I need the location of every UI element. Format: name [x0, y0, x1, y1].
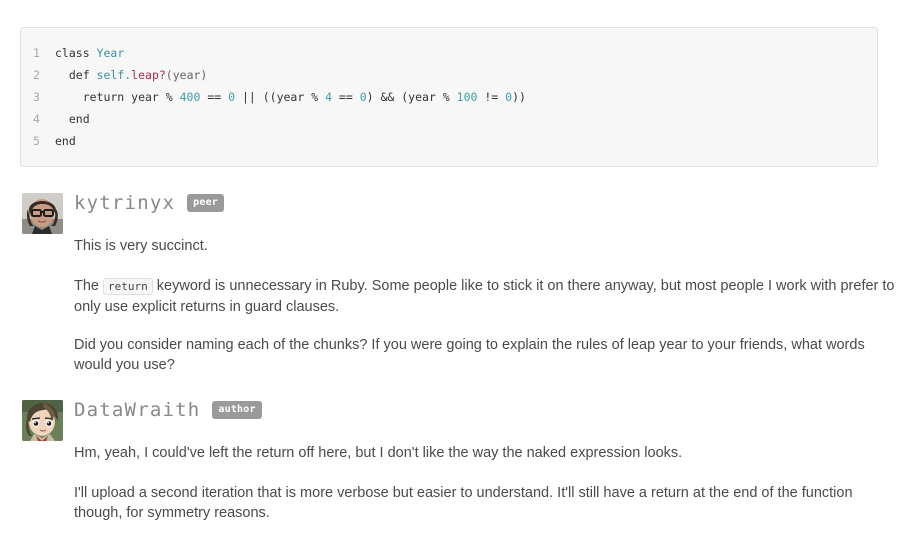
comment-text: Hm, yeah, I could've left the return off… [74, 445, 683, 461]
comment-body: Hm, yeah, I could've left the return off… [74, 443, 904, 523]
code-token: ) && (year % [366, 90, 457, 104]
comment-text: Did you consider naming each of the chun… [74, 337, 865, 373]
code-line: 2 def self.leap?(year) [21, 64, 877, 86]
code-token: 0 [228, 90, 236, 104]
code-line-text: end [55, 108, 865, 130]
code-token: end [55, 134, 76, 148]
code-token: Year [96, 46, 125, 60]
code-line-text: class Year [55, 42, 865, 64]
comment-text: The [74, 278, 104, 294]
author-line: DataWraith author [74, 397, 904, 423]
code-token: 4 [325, 90, 332, 104]
code-line: 5 end [21, 130, 877, 152]
code-line: 3 return year % 400 == 0 || ((year % 4 =… [21, 86, 877, 108]
code-token: return year % [55, 90, 180, 104]
code-token: )) [512, 90, 526, 104]
avatar[interactable] [22, 400, 63, 441]
code-line-number: 2 [33, 68, 40, 82]
comment-paragraph: Did you consider naming each of the chun… [74, 335, 904, 375]
code-token: != [477, 90, 506, 104]
code-token: == [200, 90, 229, 104]
author-line: kytrinyx peer [74, 190, 904, 216]
code-line-text: end [55, 130, 865, 152]
role-badge: peer [187, 194, 225, 212]
code-line-number: 1 [33, 46, 40, 60]
code-token: 0 [359, 90, 367, 104]
code-line-number: 5 [33, 134, 40, 148]
code-review-discussion-page: 1 class Year 2 def self.leap?(year) 3 retur… [0, 0, 924, 546]
inline-code: return [103, 278, 153, 295]
comment-paragraph: Hm, yeah, I could've left the return off… [74, 443, 904, 463]
comment-body: This is very succinct. The return keyword… [74, 236, 904, 375]
code-token: class [55, 46, 90, 60]
code-snippet-block: 1 class Year 2 def self.leap?(year) 3 retur… [20, 27, 878, 167]
comment-header: DataWraith author [20, 397, 904, 441]
comment-paragraph: The return keyword is unnecessary in Rub… [74, 276, 904, 317]
avatar[interactable] [22, 193, 63, 234]
code-line-text: def self.leap?(year) [55, 64, 865, 86]
code-line: 1 class Year [21, 42, 877, 64]
code-token: self. [96, 68, 132, 82]
code-token: 400 [179, 90, 201, 104]
code-line-number: 4 [33, 112, 40, 126]
author-name[interactable]: kytrinyx [74, 192, 175, 214]
code-token: (year) [165, 68, 208, 82]
code-token: def [55, 68, 97, 82]
code-token: 100 [456, 90, 478, 104]
code-line: 4 end [21, 108, 877, 130]
code-token: == [332, 90, 360, 104]
comment-paragraph: This is very succinct. [74, 236, 904, 256]
comment-text: This is very succinct. [74, 238, 208, 254]
code-line-number: 3 [33, 90, 40, 104]
author-name[interactable]: DataWraith [74, 399, 200, 421]
comment-thread-item: kytrinyx peer This is very succinct. The re… [20, 190, 904, 375]
comment-text: I'll upload a second iteration that is m… [74, 485, 853, 521]
comment-text: keyword is unnecessary in Ruby. Some peo… [74, 278, 895, 315]
role-badge: author [212, 401, 262, 419]
comment-thread-item: DataWraith author Hm, yeah, I could've lef… [20, 397, 904, 523]
comment-header: kytrinyx peer [20, 190, 904, 234]
comment-paragraph: I'll upload a second iteration that is m… [74, 483, 904, 523]
code-token: leap? [131, 68, 166, 82]
code-token: end [55, 112, 90, 126]
code-line-text: return year % 400 == 0 || ((year % 4 == … [55, 86, 865, 108]
code-token: || ((year % [235, 90, 326, 104]
